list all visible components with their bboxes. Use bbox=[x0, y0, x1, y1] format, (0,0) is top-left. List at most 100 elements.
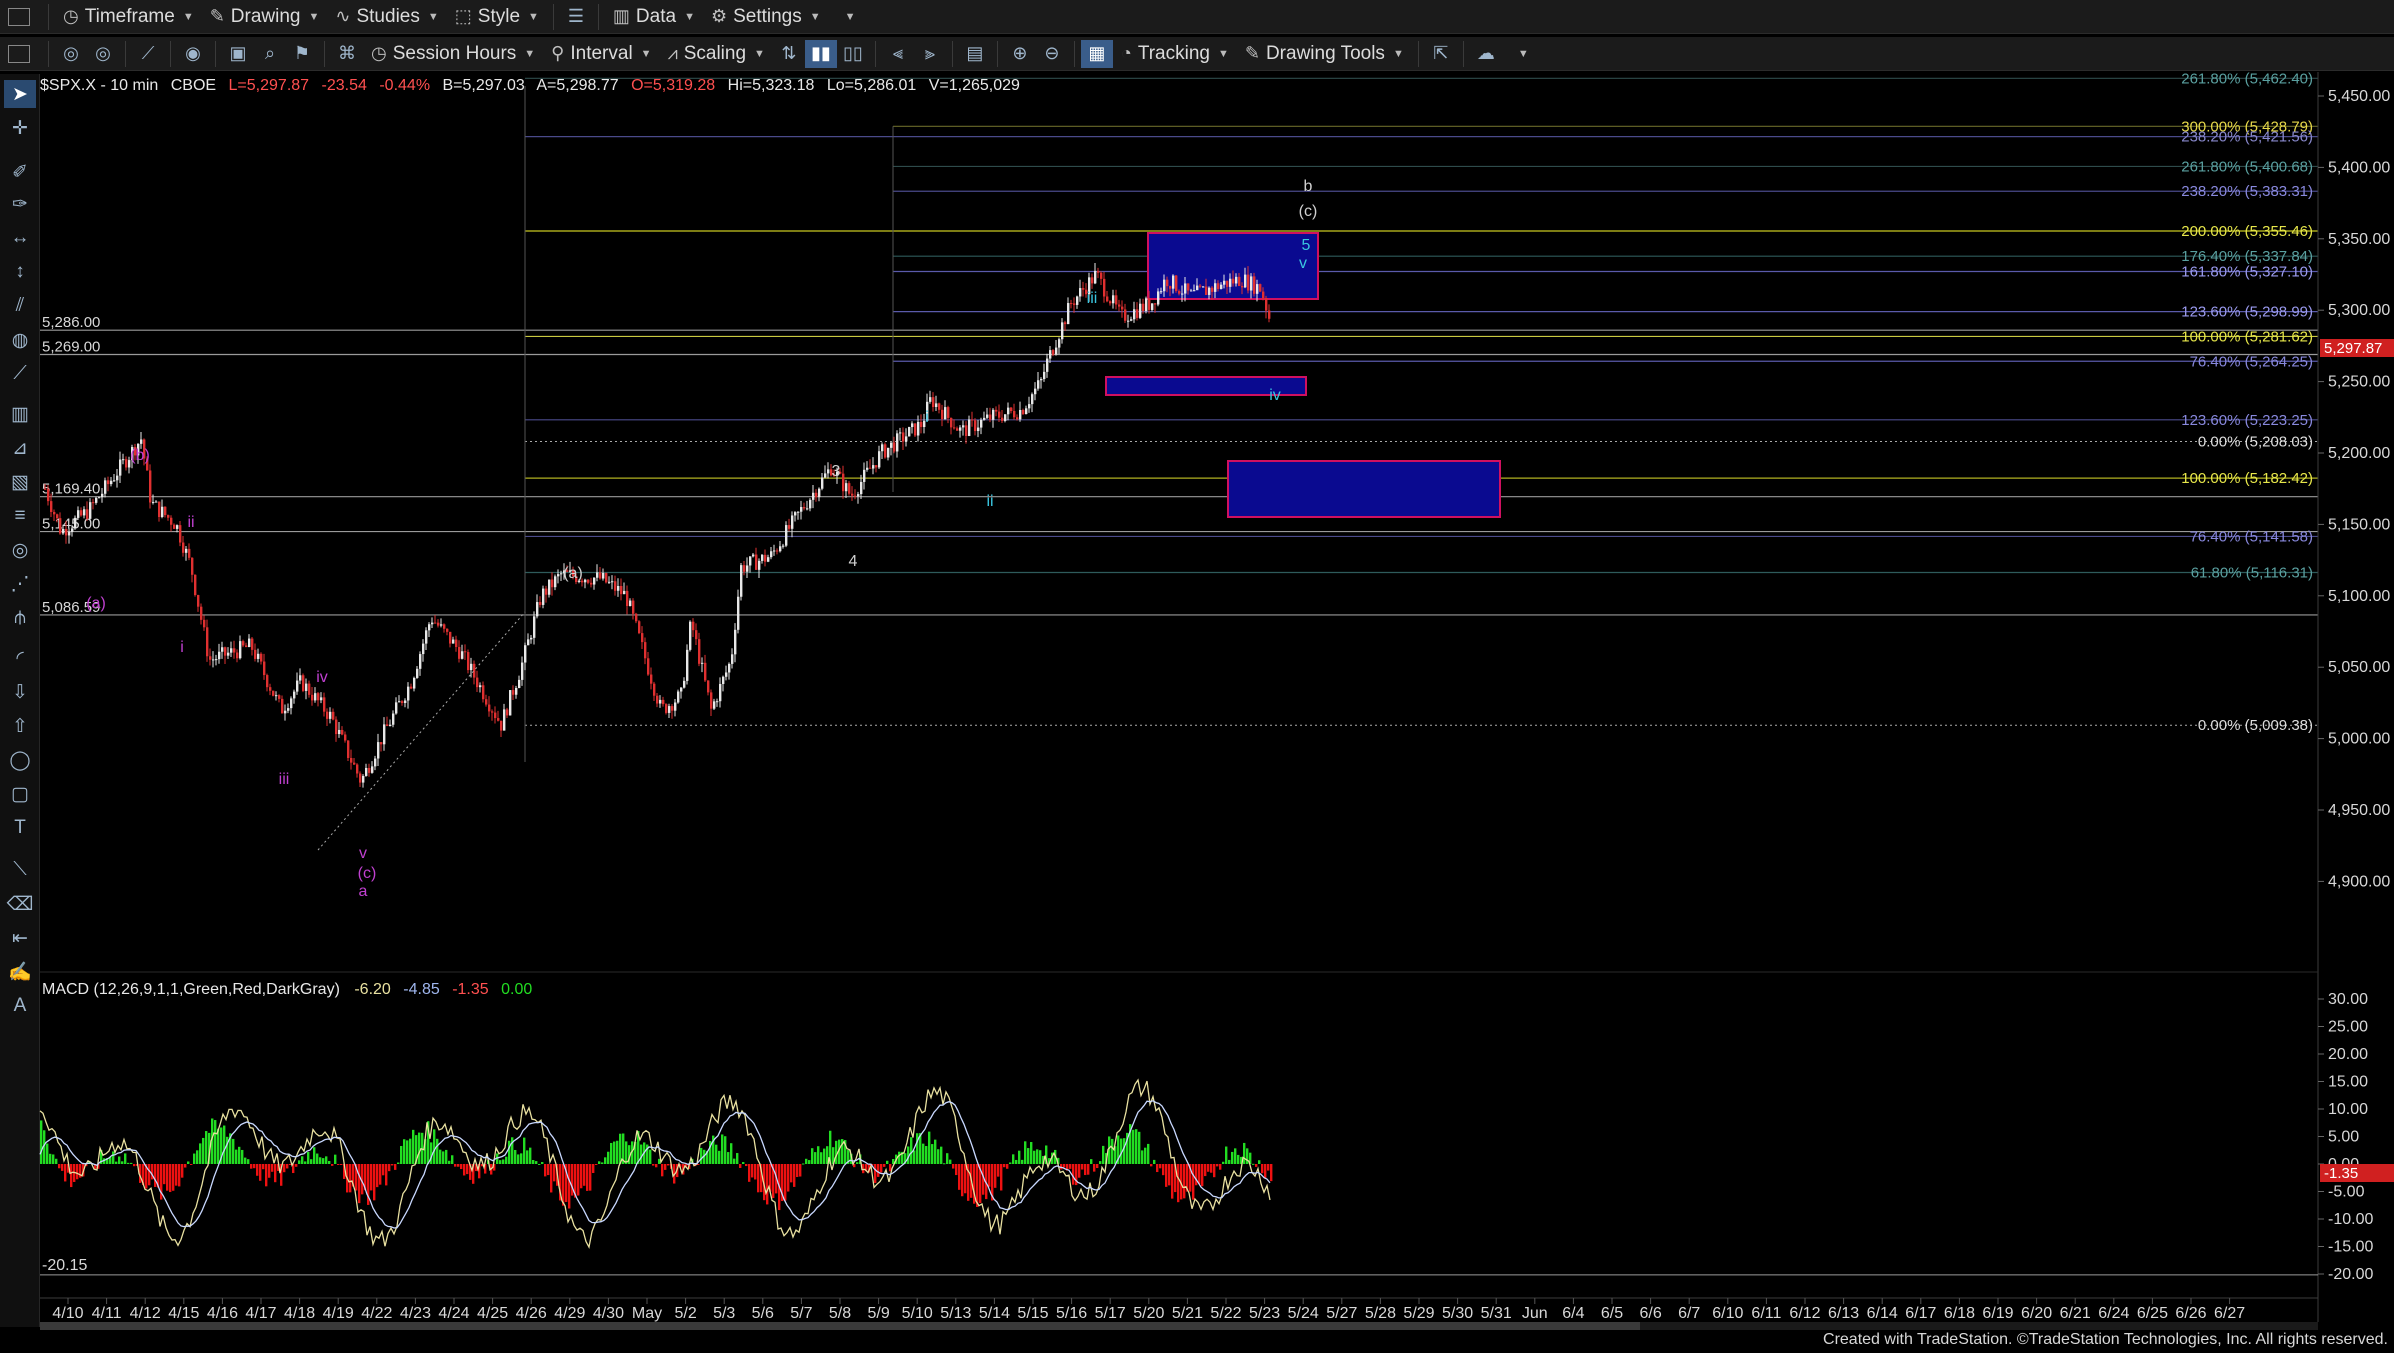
macd-histogram-bar bbox=[271, 1164, 274, 1172]
macd-histogram-bar bbox=[1204, 1164, 1207, 1177]
candle-body bbox=[695, 630, 698, 640]
candle-body bbox=[524, 645, 527, 663]
data-menu[interactable]: ▥ Data ▼ bbox=[605, 4, 703, 30]
studies-menu[interactable]: ∿ Studies ▼ bbox=[327, 4, 446, 30]
symbol-link-icon[interactable]: ⌘ bbox=[331, 40, 363, 68]
macd-histogram-bar bbox=[1153, 1159, 1156, 1164]
macd-histogram-bar bbox=[1255, 1164, 1258, 1167]
candle-body bbox=[791, 515, 794, 529]
layout-icon[interactable]: ▤ bbox=[959, 40, 991, 68]
trend-line bbox=[317, 611, 526, 851]
candle-body bbox=[782, 545, 785, 547]
date-tick-label: 4/19 bbox=[323, 1305, 354, 1322]
candle-body bbox=[1259, 284, 1262, 292]
macd-histogram-bar bbox=[118, 1156, 121, 1164]
scroll-left-icon[interactable]: ⫷ bbox=[882, 40, 914, 68]
candle-body bbox=[1055, 347, 1058, 355]
candle-body bbox=[1022, 410, 1025, 415]
zoom-in-icon[interactable]: ⊕ bbox=[1004, 40, 1036, 68]
date-tick-label: 5/3 bbox=[713, 1305, 735, 1322]
style-menu[interactable]: ⬚ Style ▼ bbox=[447, 4, 547, 30]
candle-body bbox=[677, 691, 680, 703]
candle-body bbox=[140, 439, 143, 444]
macd-histogram-bar bbox=[373, 1164, 376, 1201]
candle-body bbox=[1133, 309, 1136, 320]
settings-menu[interactable]: ⚙ Settings ▼ bbox=[703, 4, 829, 30]
macd-histogram-bar bbox=[1036, 1149, 1039, 1164]
candle-body bbox=[488, 704, 491, 712]
refresh-icon[interactable]: ◎ bbox=[87, 40, 119, 68]
toolbar-divider bbox=[996, 40, 998, 67]
drawing-tools-icon: ✎ bbox=[1244, 43, 1260, 63]
crosshair-icon[interactable]: ◎ bbox=[55, 40, 87, 68]
macd-histogram-bar bbox=[379, 1164, 382, 1185]
grid-icon[interactable]: ▦ bbox=[1080, 39, 1113, 68]
candle-body bbox=[1163, 279, 1166, 292]
magnify-icon[interactable]: ⌕ bbox=[254, 40, 286, 68]
external-window-icon[interactable]: ⇱ bbox=[1425, 40, 1457, 68]
candle-body bbox=[599, 572, 602, 579]
macd-histogram-bar bbox=[994, 1164, 997, 1188]
scroll-right-icon[interactable]: ⫸ bbox=[914, 40, 946, 68]
cloud-icon[interactable]: ☁ bbox=[1470, 40, 1502, 68]
panel-menu-icon[interactable] bbox=[8, 44, 30, 63]
candle-body bbox=[254, 649, 257, 659]
macd-histogram-bar bbox=[820, 1152, 823, 1164]
data-icon: ▥ bbox=[612, 6, 630, 26]
session-hours-menu[interactable]: ◷ Session Hours ▼ bbox=[363, 41, 543, 67]
style-label: Style bbox=[477, 5, 521, 27]
tracking-menu[interactable]: ◔ Tracking ▼ bbox=[1113, 41, 1237, 67]
macd-histogram-bar bbox=[1024, 1141, 1027, 1164]
drawing-tools-menu[interactable]: ✎ Drawing Tools ▼ bbox=[1237, 41, 1412, 67]
interval-menu[interactable]: ⚲ Interval ▼ bbox=[543, 41, 659, 67]
overflow-menu[interactable]: ▼ bbox=[1502, 41, 1537, 67]
camera-icon[interactable]: ▣ bbox=[222, 40, 254, 68]
candle-body bbox=[377, 742, 380, 759]
candle-body bbox=[164, 506, 167, 516]
window-menu-icon[interactable] bbox=[8, 7, 30, 26]
macd-histogram-bar bbox=[514, 1149, 517, 1164]
macd-histogram-bar bbox=[535, 1161, 538, 1164]
candle-body bbox=[557, 574, 560, 577]
macd-histogram-bar bbox=[295, 1164, 298, 1167]
candle-body bbox=[107, 480, 110, 485]
interval-label: Interval bbox=[570, 42, 633, 64]
drawing-menu[interactable]: ✎ Drawing ▼ bbox=[202, 4, 328, 30]
macd-histogram-bar bbox=[577, 1164, 580, 1196]
link-icon[interactable]: ☰ bbox=[560, 3, 592, 31]
date-tick-label: 6/7 bbox=[1678, 1305, 1700, 1322]
fib-level-label: 123.60% (5,223.25) bbox=[2181, 412, 2313, 429]
candle-body bbox=[347, 740, 350, 758]
date-tick-label: 5/20 bbox=[1133, 1305, 1164, 1322]
candle-type-icon[interactable]: ▮▮ bbox=[804, 39, 837, 68]
chart-canvas[interactable]: 261.80% (5,462.40)300.00% (5,428.79)238.… bbox=[0, 72, 2394, 1353]
macd-histogram-bar bbox=[937, 1149, 940, 1164]
candle-body bbox=[422, 643, 425, 655]
candle-body bbox=[464, 651, 467, 653]
candle-body bbox=[362, 775, 365, 783]
candle-body bbox=[794, 512, 797, 516]
fib-level-label: 161.80% (5,327.10) bbox=[2181, 264, 2313, 281]
alert-icon[interactable]: ⚑ bbox=[286, 40, 318, 68]
macd-histogram-bar bbox=[400, 1145, 403, 1164]
candle-body bbox=[1148, 298, 1151, 310]
zoom-out-icon[interactable]: ⊖ bbox=[1036, 40, 1068, 68]
candle-body bbox=[536, 602, 539, 617]
macd-histogram-bar bbox=[1213, 1164, 1216, 1178]
macd-last-tag-text: -1.35 bbox=[2324, 1165, 2358, 1182]
overflow-menu[interactable]: ▼ bbox=[829, 4, 864, 30]
bar-type-icon[interactable]: ⇅ bbox=[773, 40, 805, 68]
candle-body bbox=[203, 619, 206, 628]
target-icon[interactable]: ◉ bbox=[177, 40, 209, 68]
scaling-menu[interactable]: ⩘ Scaling ▼ bbox=[660, 41, 773, 67]
hollow-candle-icon[interactable]: ▯▯ bbox=[837, 40, 869, 68]
scrollbar-thumb[interactable] bbox=[40, 1322, 1640, 1330]
toolbar-divider bbox=[215, 40, 216, 67]
candle-body bbox=[65, 528, 68, 536]
macd-histogram-bar bbox=[1000, 1164, 1003, 1191]
timeframe-menu[interactable]: ◷ Timeframe ▼ bbox=[55, 4, 202, 30]
macd-histogram-bar bbox=[250, 1164, 253, 1169]
price-tick-label: 5,250.00 bbox=[2328, 374, 2390, 391]
chart-analysis-icon[interactable]: ⟋ bbox=[132, 40, 164, 68]
candle-body bbox=[374, 758, 377, 767]
